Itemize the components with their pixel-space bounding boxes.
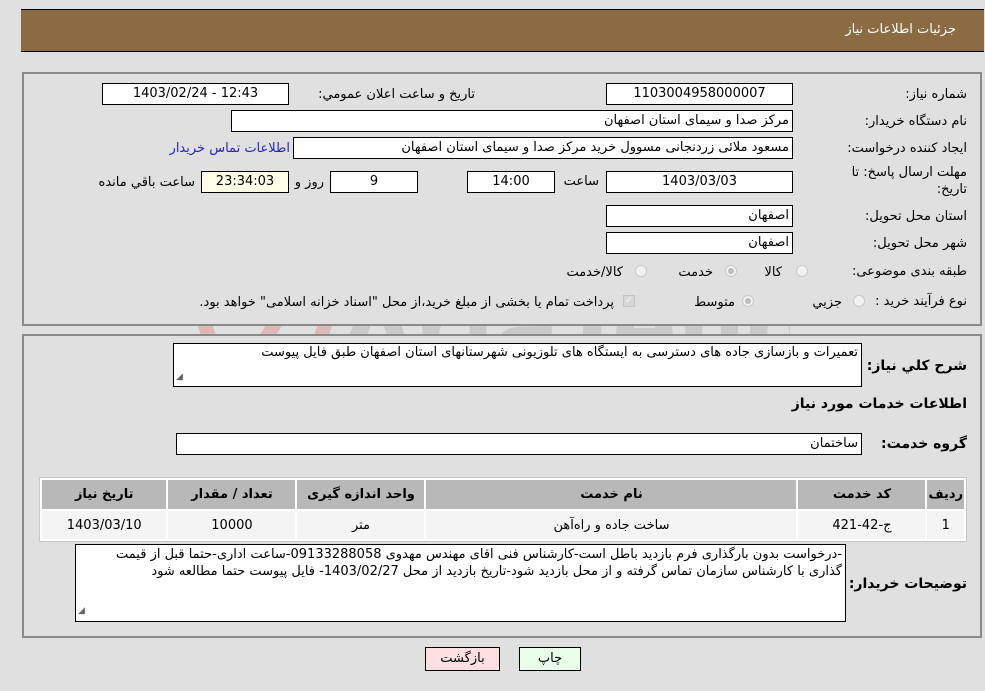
treasury-text: پرداخت تمام یا بخشی از مبلغ خرید،از محل … [199, 295, 614, 310]
buyer-notes-textarea[interactable]: -درخواست بدون بارگذاری فرم بازدید باطل ا… [75, 544, 846, 622]
service-group-label: گروه خدمت: [881, 436, 967, 452]
col-row-number: ردیف [927, 480, 964, 509]
need-number-field[interactable]: 1103004958000007 [606, 83, 793, 105]
category-label: طبقه بندی موضوعی: [851, 264, 967, 279]
province-field[interactable]: اصفهان [606, 205, 793, 227]
treasury-checkbox[interactable]: ✓ [623, 295, 635, 307]
days-remaining-field[interactable]: 9 [330, 171, 418, 193]
category-option-goods: کالا [764, 265, 782, 280]
cell-unit: متر [297, 511, 425, 539]
days-label: روز و [294, 175, 324, 190]
description-text: تعمیرات و بازسازی جاده های دسترسی به ایس… [261, 345, 858, 360]
resize-grip-icon[interactable]: ◢ [78, 603, 85, 620]
process-option-medium: متوسط [694, 295, 735, 310]
cell-need-date: 1403/03/10 [42, 511, 167, 539]
cell-quantity: 10000 [168, 511, 296, 539]
category-radio-goods-service[interactable] [635, 265, 647, 277]
resize-grip-icon[interactable]: ◢ [176, 369, 183, 385]
services-section-title: اطلاعات خدمات مورد نیاز [791, 396, 967, 412]
col-unit: واحد اندازه گیری [297, 480, 425, 509]
col-service-code: کد خدمت [798, 480, 926, 509]
category-option-goods-service: کالا/خدمت [566, 265, 623, 280]
col-quantity: تعداد / مقدار [168, 480, 296, 509]
buyer-notes-label: توضیحات خریدار: [848, 576, 967, 592]
buyer-org-field[interactable]: مرکز صدا و سیمای استان اصفهان [231, 110, 793, 132]
remaining-time-label: ساعت باقي مانده [98, 175, 195, 190]
province-label: استان محل تحویل: [865, 209, 967, 224]
table-row: 1 ج-42-421 ساخت جاده و راه‌آهن متر 10000… [42, 511, 964, 539]
deadline-date-field[interactable]: 1403/03/03 [606, 171, 793, 193]
deadline-label-line2: تاریخ: [936, 182, 967, 197]
deadline-time-field[interactable]: 14:00 [467, 171, 555, 193]
description-textarea[interactable]: تعمیرات و بازسازی جاده های دسترسی به ایس… [173, 343, 862, 387]
services-table: ردیف کد خدمت نام خدمت واحد اندازه گیری ت… [39, 477, 967, 542]
col-service-name: نام خدمت [426, 480, 797, 509]
cell-row-number: 1 [927, 511, 964, 539]
page-header: جزئیات اطلاعات نیاز [21, 9, 984, 52]
print-button[interactable]: چاپ [519, 647, 581, 671]
buyer-notes-text: -درخواست بدون بارگذاری فرم بازدید باطل ا… [116, 547, 842, 579]
cell-service-code: ج-42-421 [798, 511, 926, 539]
category-radio-service[interactable] [725, 265, 737, 277]
description-label: شرح كلي نياز: [866, 358, 967, 374]
col-need-date: تاریخ نیاز [42, 480, 167, 509]
process-radio-minor[interactable] [853, 295, 865, 307]
buyer-org-label: نام دستگاه خریدار: [864, 114, 967, 129]
city-label: شهر محل تحویل: [872, 236, 967, 251]
announce-date-label: تاریخ و ساعت اعلان عمومي: [318, 87, 475, 102]
remaining-time-field[interactable]: 23:34:03 [201, 171, 289, 193]
back-button[interactable]: بازگشت [425, 647, 500, 671]
process-radio-medium[interactable] [742, 295, 754, 307]
buyer-contact-link[interactable]: اطلاعات تماس خریدار [170, 141, 290, 156]
announce-date-field[interactable]: 1403/02/24 - 12:43 [102, 83, 289, 105]
table-header-row: ردیف کد خدمت نام خدمت واحد اندازه گیری ت… [42, 480, 964, 509]
deadline-time-label: ساعت [563, 174, 599, 189]
process-option-minor: جزيي [812, 295, 842, 310]
creator-field[interactable]: مسعود ملائی زردنجانی مسوول خرید مرکز صدا… [293, 137, 793, 159]
process-type-label: نوع فرآیند خرید : [875, 294, 967, 309]
category-option-service: خدمت [678, 265, 713, 280]
page-title: جزئیات اطلاعات نیاز [845, 22, 956, 37]
service-group-field[interactable]: ساختمان [176, 433, 862, 455]
deadline-label-line1: مهلت ارسال پاسخ: تا [851, 165, 967, 180]
city-field[interactable]: اصفهان [606, 232, 793, 254]
creator-label: ایجاد کننده درخواست: [847, 141, 967, 156]
need-number-label: شماره نیاز: [905, 87, 967, 102]
category-radio-goods[interactable] [796, 265, 808, 277]
cell-service-name: ساخت جاده و راه‌آهن [426, 511, 797, 539]
